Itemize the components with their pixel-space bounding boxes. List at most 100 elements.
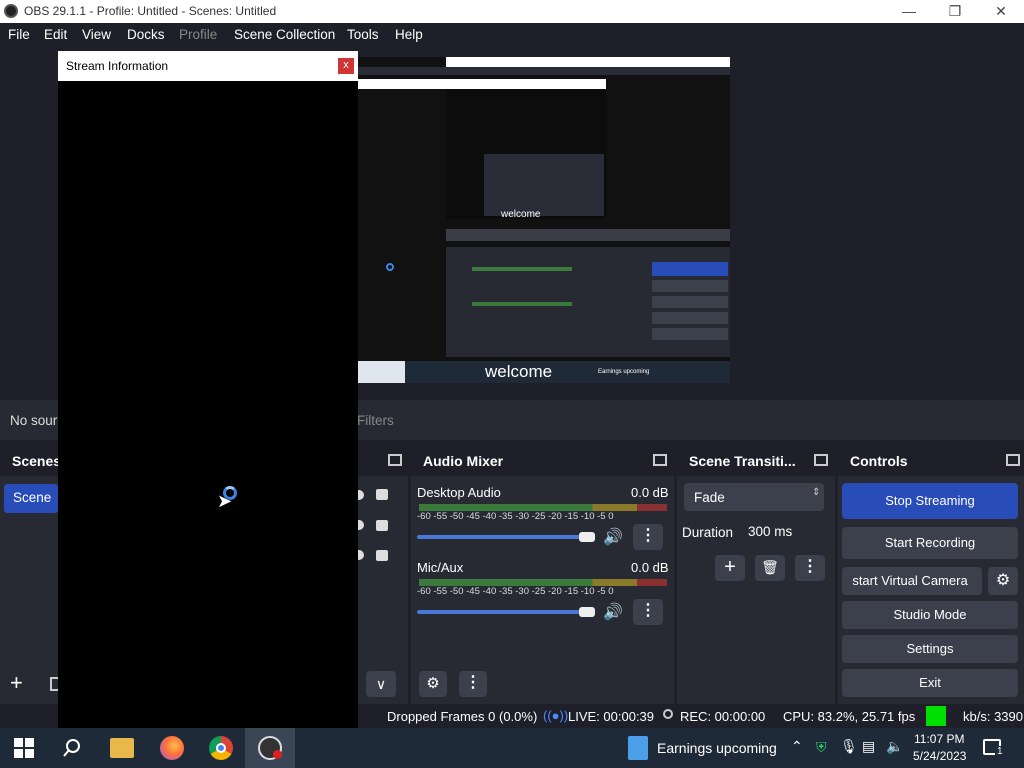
visibility-icon[interactable] (358, 490, 364, 500)
duration-input[interactable]: 300 ms (739, 517, 823, 547)
visibility-icon[interactable] (358, 550, 364, 560)
chevron-down-icon[interactable]: ∨ (366, 671, 396, 697)
speaker-icon[interactable]: 🔊 (603, 527, 623, 547)
status-bar: Dropped Frames 0 (0.0%) ((●)) LIVE: 00:0… (358, 704, 1024, 728)
microphone-icon[interactable]: 🎙 (840, 738, 858, 755)
nested-titlebar (446, 57, 730, 67)
menu-scene-collection[interactable]: Scene Collection (234, 27, 335, 42)
menu-edit[interactable]: Edit (44, 27, 67, 42)
menu-docks[interactable]: Docks (127, 27, 165, 42)
start-recording-button[interactable]: Start Recording (842, 527, 1018, 559)
nested-meter (472, 302, 572, 306)
remove-scene-icon[interactable] (50, 677, 58, 691)
volume-slider-handle[interactable] (579, 532, 595, 542)
scene-transitions-header: Scene Transiti... (677, 447, 835, 476)
lock-icon[interactable] (376, 489, 388, 500)
dropped-frames: Dropped Frames 0 (0.0%) (387, 709, 538, 724)
speaker-icon[interactable]: 🔊 (603, 602, 623, 622)
studio-mode-button[interactable]: Studio Mode (842, 601, 1018, 629)
visibility-icon[interactable] (358, 520, 364, 530)
trash-icon[interactable]: 🗑 (755, 555, 785, 581)
nested-meter (472, 267, 572, 271)
menu-view[interactable]: View (82, 27, 111, 42)
record-icon (663, 709, 673, 719)
menu-tools[interactable]: Tools (347, 27, 379, 42)
volume-icon[interactable]: 🔈 (886, 738, 903, 755)
firefox-icon[interactable] (160, 736, 184, 760)
undock-icon[interactable] (814, 454, 828, 466)
title-bar: OBS 29.1.1 - Profile: Untitled - Scenes:… (0, 0, 1024, 23)
stop-streaming-button[interactable]: Stop Streaming (842, 483, 1018, 519)
volume-meter (419, 579, 667, 586)
nested-start-recording (652, 280, 728, 292)
more-options-icon[interactable]: ⋮ (633, 599, 663, 625)
audio-mixer-header: Audio Mixer (411, 447, 674, 476)
chrome-icon[interactable] (209, 736, 233, 760)
close-button[interactable]: ✕ (978, 0, 1024, 23)
bitrate: kb/s: 3390 (963, 709, 1023, 724)
menu-file[interactable]: File (8, 27, 30, 42)
gear-icon[interactable]: ⚙ (988, 567, 1018, 595)
updown-icon: ⇕ (812, 487, 821, 498)
undock-icon[interactable] (388, 454, 402, 466)
file-explorer-icon[interactable] (110, 738, 134, 758)
news-icon[interactable] (628, 736, 648, 760)
scene-item[interactable]: Scene (4, 484, 58, 513)
more-options-icon[interactable]: ⋮ (795, 555, 825, 581)
add-transition-icon[interactable]: + (715, 555, 745, 581)
network-icon[interactable]: ▤ (862, 738, 875, 755)
volume-meter (419, 504, 667, 511)
live-timer: LIVE: 00:00:39 (568, 709, 655, 724)
volume-slider[interactable] (417, 610, 585, 614)
chevron-up-icon[interactable]: ⌃ (791, 738, 803, 755)
nested-dialog-titlebar (358, 79, 606, 89)
stream-health-indicator (926, 706, 946, 726)
filters-button[interactable]: Filters (357, 413, 394, 428)
sources-dock: ∨ (358, 447, 408, 704)
menu-help[interactable]: Help (395, 27, 423, 42)
maximize-button[interactable]: ❐ (932, 0, 978, 23)
menu-profile[interactable]: Profile (179, 27, 217, 42)
minimize-button[interactable]: — (886, 0, 932, 23)
controls-dock: Controls Stop Streaming Start Recording … (838, 447, 1024, 704)
nested-earnings: Earnings upcoming (598, 369, 650, 375)
shield-icon[interactable]: ⛨ (816, 739, 827, 756)
exit-button[interactable]: Exit (842, 669, 1018, 697)
nested-virtual-camera (652, 296, 728, 308)
start-virtual-camera-button[interactable]: start Virtual Camera (842, 567, 982, 595)
lock-icon[interactable] (376, 550, 388, 561)
volume-slider[interactable] (417, 535, 585, 539)
clock-date[interactable]: 5/24/2023 (913, 749, 966, 763)
gear-icon[interactable]: ⚙ (419, 671, 447, 697)
scene-transitions-dock: Scene Transiti... Fade ⇕ Duration 300 ms… (677, 447, 835, 704)
undock-icon[interactable] (1006, 454, 1020, 466)
rec-timer: REC: 00:00:00 (680, 709, 766, 724)
menu-bar: File Edit View Docks Profile Scene Colle… (0, 23, 1024, 47)
nested-settings (652, 328, 728, 340)
settings-button[interactable]: Settings (842, 635, 1018, 663)
windows-start-icon[interactable] (14, 738, 34, 758)
search-icon[interactable] (60, 736, 84, 760)
meter-ticks: -60 -55 -50 -45 -40 -35 -30 -25 -20 -15 … (417, 586, 614, 597)
transition-select[interactable]: Fade ⇕ (684, 483, 824, 511)
more-options-icon[interactable]: ⋮ (459, 671, 487, 697)
scenes-dock: Scenes Scene + (0, 447, 61, 704)
obs-taskbar-active[interactable] (245, 728, 295, 768)
undock-icon[interactable] (653, 454, 667, 466)
dialog-close-button[interactable]: x (338, 58, 354, 74)
channel-name: Mic/Aux (417, 560, 464, 575)
news-headline[interactable]: Earnings upcoming (657, 740, 777, 756)
add-scene-icon[interactable]: + (10, 672, 23, 694)
notification-count: 1 (995, 746, 1005, 757)
obs-logo-icon (4, 4, 18, 18)
more-options-icon[interactable]: ⋮ (633, 524, 663, 550)
volume-slider-handle[interactable] (579, 607, 595, 617)
nested-source-bar (446, 229, 730, 241)
broadcast-icon: ((●)) (543, 708, 569, 723)
loading-spinner-icon (386, 263, 394, 271)
lock-icon[interactable] (376, 520, 388, 531)
nested-docks (446, 247, 730, 357)
nested-taskbar: welcome Earnings upcoming (358, 361, 730, 383)
clock-time[interactable]: 11:07 PM (914, 732, 964, 746)
no-source-label: No sour (10, 413, 58, 428)
